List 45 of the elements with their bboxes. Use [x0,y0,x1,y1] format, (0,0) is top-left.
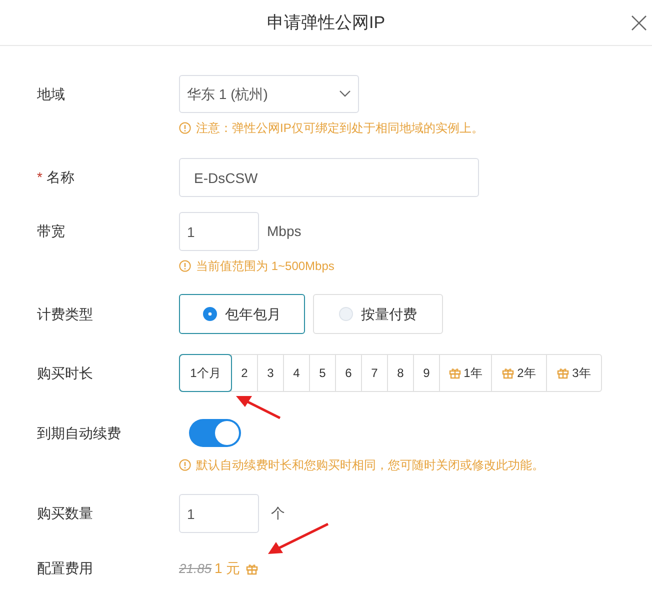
hint-text: 注意：弹性公网IP仅可绑定到处于相同地域的实例上。 [196,120,484,136]
hint-text: 当前值范围为 1~500Mbps [196,258,334,274]
unit-text: Mbps [267,222,302,241]
dialog-title: 申请弹性公网IP [266,12,386,34]
region-select[interactable]: 华东 1 (杭州) [179,75,359,113]
field-label: 计费类型 [37,304,93,324]
field-label: 配置费用 [37,559,93,578]
field-label: 带宽 [37,222,65,241]
duration-option[interactable]: 4 [283,355,309,391]
duration-option[interactable]: 1个月 [180,355,231,391]
unit-text: 个 [271,504,285,523]
gift-icon [246,562,258,574]
duration-option[interactable]: 3年 [546,355,601,391]
required-mark: * [37,168,42,187]
billing-option[interactable]: 按量付费 [313,294,443,334]
hint-text: 默认自动续费时长和您购买时相同，您可随时关闭或修改此功能。 [196,457,544,473]
original-price: 21.85 [179,560,212,578]
field-label: 购买时长 [37,364,93,382]
duration-option[interactable]: 6 [335,355,361,391]
duration-option[interactable]: 9 [413,355,439,391]
field-label: 购买数量 [37,504,93,523]
chevron-down-icon [339,90,351,98]
field-label: 地域 [37,84,65,104]
field-label: 名称 [46,168,74,187]
duration-option[interactable]: 5 [309,355,335,391]
radio-icon [339,307,353,321]
price-text: 1 元 [214,559,240,578]
auto-renew-toggle[interactable] [189,419,241,447]
duration-option[interactable]: 1年 [439,355,491,391]
bandwidth-field[interactable]: 1 [179,212,259,251]
billing-option[interactable]: 包年包月 [179,294,305,334]
radio-icon [203,307,217,321]
duration-option[interactable]: 7 [361,355,387,391]
quantity-field[interactable]: 1 [179,494,259,533]
duration-option[interactable]: 3 [257,355,283,391]
duration-option[interactable]: 2年 [491,355,546,391]
annotation-arrow [268,522,329,554]
info-icon [179,122,191,134]
duration-option[interactable]: 8 [387,355,413,391]
name-field[interactable]: E-DsCSW [179,158,479,197]
info-icon [179,459,191,471]
field-label: 到期自动续费 [37,424,121,442]
annotation-arrow [236,396,281,420]
info-icon [179,260,191,272]
duration-option[interactable]: 2 [231,355,257,391]
